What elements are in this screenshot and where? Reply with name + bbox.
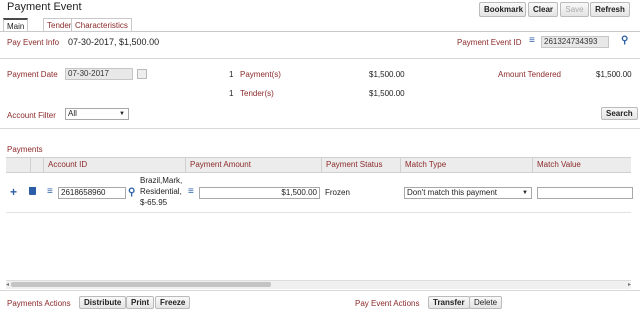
- scroll-left-icon[interactable]: ◂: [6, 281, 9, 288]
- tab-characteristics[interactable]: Characteristics: [71, 18, 132, 32]
- dropdown-arrow-icon: ▼: [119, 111, 125, 117]
- amount-tendered-label: Amount Tendered: [498, 70, 562, 79]
- account-filter-select[interactable]: All ▼: [65, 108, 129, 120]
- payments-amount: $1,500.00: [369, 70, 405, 79]
- payment-event-id-field[interactable]: 261324734393: [541, 36, 609, 48]
- match-value-field[interactable]: [537, 187, 633, 199]
- payments-section-label: Payments: [7, 145, 43, 154]
- payment-status: Frozen: [325, 188, 350, 197]
- pay-event-info-label: Pay Event Info: [7, 38, 60, 47]
- bookmark-button[interactable]: Bookmark: [479, 2, 526, 17]
- calendar-icon[interactable]: [137, 69, 147, 79]
- column-header-payment-amount: Payment Amount: [185, 158, 321, 172]
- payment-date-label: Payment Date: [7, 70, 58, 79]
- account-id-field[interactable]: 2618658960: [58, 187, 126, 199]
- divider: [0, 58, 640, 59]
- payments-label: Payment(s): [240, 70, 281, 79]
- payments-grid-header: Account ID Payment Amount Payment Status…: [6, 157, 631, 173]
- pay-event-actions-label: Pay Event Actions: [355, 299, 420, 308]
- divider: [0, 128, 640, 129]
- match-type-value: Don't match this payment: [407, 188, 498, 197]
- distribute-button[interactable]: Distribute: [79, 296, 127, 309]
- context-menu-icon[interactable]: ≡: [47, 186, 53, 197]
- search-icon[interactable]: ⚲: [621, 35, 628, 46]
- context-menu-icon[interactable]: ≡: [188, 186, 194, 197]
- tenders-label: Tender(s): [240, 89, 274, 98]
- dropdown-arrow-icon: ▼: [522, 190, 528, 196]
- transfer-button[interactable]: Transfer: [428, 296, 470, 309]
- column-header-account-id: Account ID: [43, 158, 185, 172]
- tab-main[interactable]: Main: [3, 18, 29, 32]
- column-header-match-type: Match Type: [400, 158, 532, 172]
- amount-tendered-value: $1,500.00: [596, 70, 632, 79]
- payment-event-id-label: Payment Event ID: [457, 38, 522, 47]
- context-menu-icon[interactable]: ≡: [529, 35, 535, 46]
- account-desc-line: Brazil,Mark,: [140, 176, 183, 185]
- delete-button[interactable]: Delete: [469, 296, 503, 309]
- account-filter-value: All: [68, 109, 77, 118]
- tenders-count: 1: [229, 89, 234, 98]
- tab-divider: [0, 31, 640, 32]
- column-header-add: [6, 158, 30, 172]
- column-header-payment-status: Payment Status: [321, 158, 400, 172]
- horizontal-scrollbar[interactable]: ◂ ▸: [6, 280, 631, 289]
- payment-amount-field[interactable]: $1,500.00: [199, 187, 320, 199]
- scrollbar-thumb[interactable]: [11, 282, 271, 287]
- refresh-button[interactable]: Refresh: [590, 2, 630, 17]
- search-button[interactable]: Search: [601, 107, 638, 120]
- column-header-delete: [30, 158, 43, 172]
- freeze-button[interactable]: Freeze: [155, 296, 191, 309]
- search-icon[interactable]: ⚲: [128, 187, 135, 198]
- account-desc-line: $-65.95: [140, 198, 168, 207]
- scroll-right-icon[interactable]: ▸: [628, 281, 631, 288]
- payment-date-field: 07-30-2017: [65, 68, 133, 80]
- account-desc-line: Residential,: [140, 187, 182, 196]
- pay-event-info-value: 07-30-2017, $1,500.00: [68, 37, 160, 47]
- save-button[interactable]: Save: [560, 2, 589, 17]
- account-description: Brazil,Mark, Residential, $-65.95: [140, 175, 182, 208]
- divider: [0, 290, 640, 291]
- account-filter-label: Account Filter: [7, 111, 56, 120]
- table-row: + ≡ 2618658960 ⚲ Brazil,Mark, Residentia…: [6, 172, 633, 213]
- trash-icon[interactable]: [29, 187, 36, 195]
- match-type-select[interactable]: Don't match this payment ▼: [404, 187, 532, 199]
- print-button[interactable]: Print: [126, 296, 155, 309]
- tenders-amount: $1,500.00: [369, 89, 405, 98]
- page-title: Payment Event: [7, 1, 82, 13]
- payments-count: 1: [229, 70, 234, 79]
- column-header-match-value: Match Value: [532, 158, 631, 172]
- add-row-icon[interactable]: +: [10, 185, 17, 199]
- clear-button[interactable]: Clear: [528, 2, 558, 17]
- payments-actions-label: Payments Actions: [7, 299, 71, 308]
